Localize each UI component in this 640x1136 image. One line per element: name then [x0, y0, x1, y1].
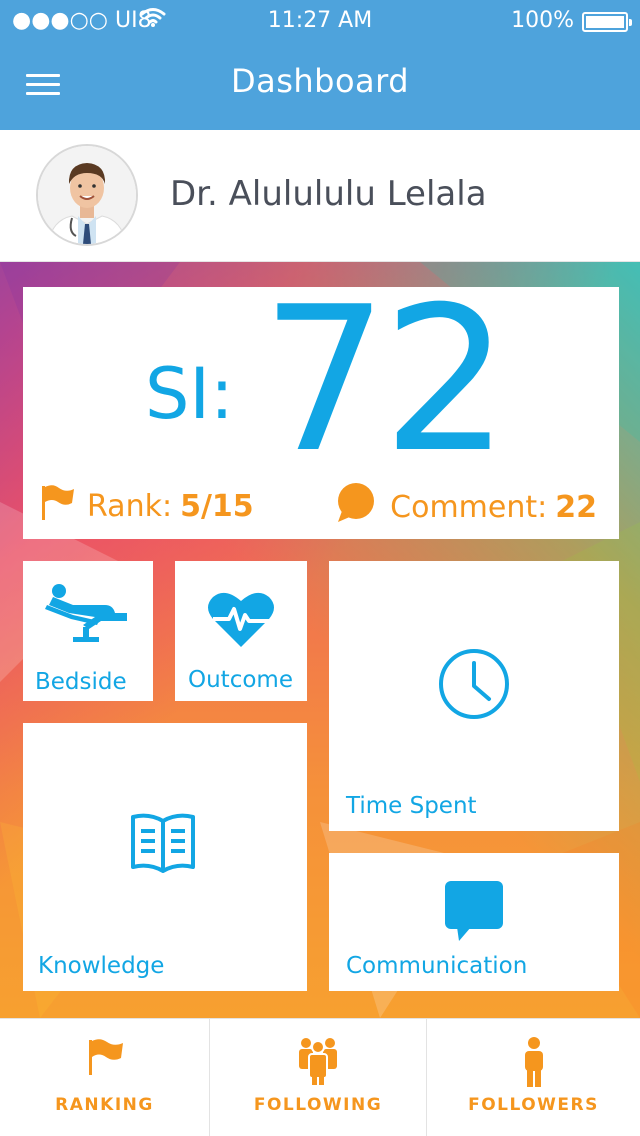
communication-label: Communication: [346, 953, 528, 979]
tab-following-label: FOLLOWING: [253, 1095, 383, 1115]
si-score-card[interactable]: SI: 72 Rank: 5/15 Comment: 22: [23, 281, 619, 539]
battery-icon: [582, 12, 632, 32]
app-header: ●●●○○ UI8 11:27 AM 100% Dashboard: [0, 0, 640, 130]
rank-info[interactable]: Rank: 5/15: [39, 483, 254, 529]
bedside-tile[interactable]: Bedside: [23, 561, 153, 701]
bedside-label: Bedside: [35, 669, 127, 695]
time-spent-tile[interactable]: Time Spent: [329, 561, 619, 831]
clock-icon: [437, 647, 511, 725]
heart-pulse-icon: [207, 589, 275, 653]
si-label: SI:: [145, 353, 234, 435]
dashboard-panel: SI: 72 Rank: 5/15 Comment: 22 Bedside Ou…: [0, 262, 640, 1018]
tab-ranking[interactable]: RANKING: [0, 1019, 209, 1136]
flag-icon: [85, 1037, 125, 1081]
bottom-tab-bar: RANKING FOLLOWING FOLLOWERS: [0, 1018, 640, 1136]
avatar[interactable]: [36, 144, 138, 246]
page-title: Dashboard: [230, 62, 410, 100]
comment-info[interactable]: Comment: 22: [336, 483, 597, 531]
knowledge-label: Knowledge: [38, 953, 165, 979]
tab-following[interactable]: FOLLOWING: [210, 1019, 426, 1136]
flag-icon: [39, 483, 75, 529]
tab-followers-label: FOLLOWERS: [468, 1095, 599, 1115]
outcome-tile[interactable]: Outcome: [175, 561, 307, 701]
rank-value: 5/15: [180, 488, 254, 524]
time-spent-label: Time Spent: [346, 793, 477, 819]
comment-label: Comment:: [390, 489, 548, 525]
chat-bubble-icon: [445, 881, 503, 947]
comment-value: 22: [555, 489, 597, 525]
tab-ranking-label: RANKING: [55, 1095, 154, 1115]
knowledge-tile[interactable]: Knowledge: [23, 723, 307, 991]
group-icon: [297, 1037, 339, 1089]
book-icon: [129, 811, 197, 881]
status-bar: ●●●○○ UI8 11:27 AM 100%: [0, 6, 640, 36]
battery-percentage: 100%: [511, 8, 574, 33]
rank-label: Rank:: [87, 488, 173, 524]
outcome-label: Outcome: [188, 667, 293, 693]
profile-section[interactable]: Dr. Alulululu Lelala: [0, 130, 640, 262]
patient-bed-icon: [43, 583, 129, 649]
doctor-name: Dr. Alulululu Lelala: [170, 174, 487, 214]
si-value: 72: [261, 264, 509, 497]
communication-tile[interactable]: Communication: [329, 853, 619, 991]
comment-bubble-icon: [336, 483, 376, 531]
tab-followers[interactable]: FOLLOWERS: [427, 1019, 640, 1136]
person-icon: [523, 1037, 545, 1091]
